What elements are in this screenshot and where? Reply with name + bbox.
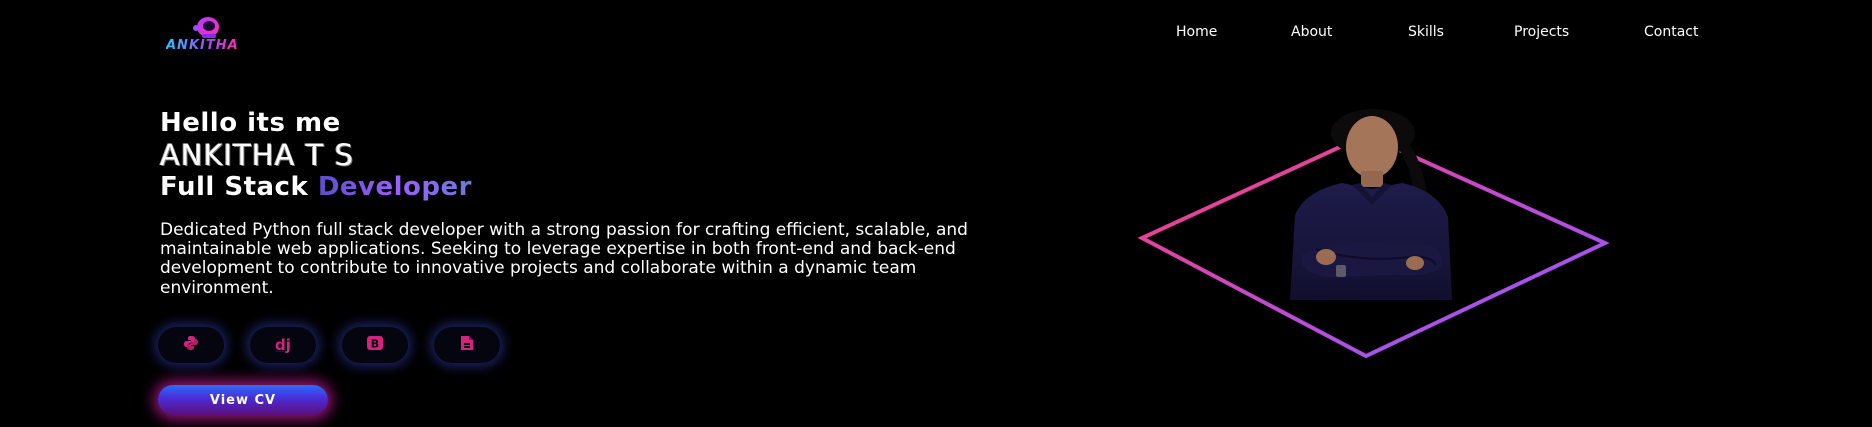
nav-skills[interactable]: Skills: [1408, 24, 1444, 40]
html-file-icon: [460, 335, 474, 355]
hero-role-prefix: Full Stack: [160, 172, 309, 202]
nav-contact[interactable]: Contact: [1644, 24, 1698, 40]
hero-role-accent: Developer: [317, 172, 472, 202]
hero-greeting: Hello its me: [160, 108, 341, 138]
social-links: dj B: [158, 327, 508, 363]
main-nav: Home About Skills Projects Contact: [0, 24, 1872, 44]
hero-role: Full Stack Developer: [160, 172, 472, 202]
django-link[interactable]: dj: [250, 327, 316, 363]
bootstrap-link[interactable]: B: [342, 327, 408, 363]
bootstrap-letter: B: [371, 338, 379, 351]
hero-description: Dedicated Python full stack developer wi…: [160, 220, 968, 298]
face: [1346, 116, 1398, 178]
watch: [1336, 265, 1346, 277]
nav-projects[interactable]: Projects: [1514, 24, 1569, 40]
django-icon: dj: [275, 336, 291, 354]
hero-name: ANKITHA T S: [160, 138, 355, 172]
view-cv-button[interactable]: View CV: [158, 385, 328, 415]
python-link[interactable]: [158, 327, 224, 363]
html-file-link[interactable]: [434, 327, 500, 363]
hand-left: [1316, 249, 1336, 265]
hand-right: [1406, 256, 1424, 270]
bootstrap-icon: B: [366, 335, 384, 355]
profile-portrait: [1130, 105, 1610, 365]
portrait-graphic: [1137, 109, 1610, 359]
nav-about[interactable]: About: [1291, 24, 1332, 40]
python-icon: [183, 335, 199, 355]
nav-home[interactable]: Home: [1176, 24, 1217, 40]
